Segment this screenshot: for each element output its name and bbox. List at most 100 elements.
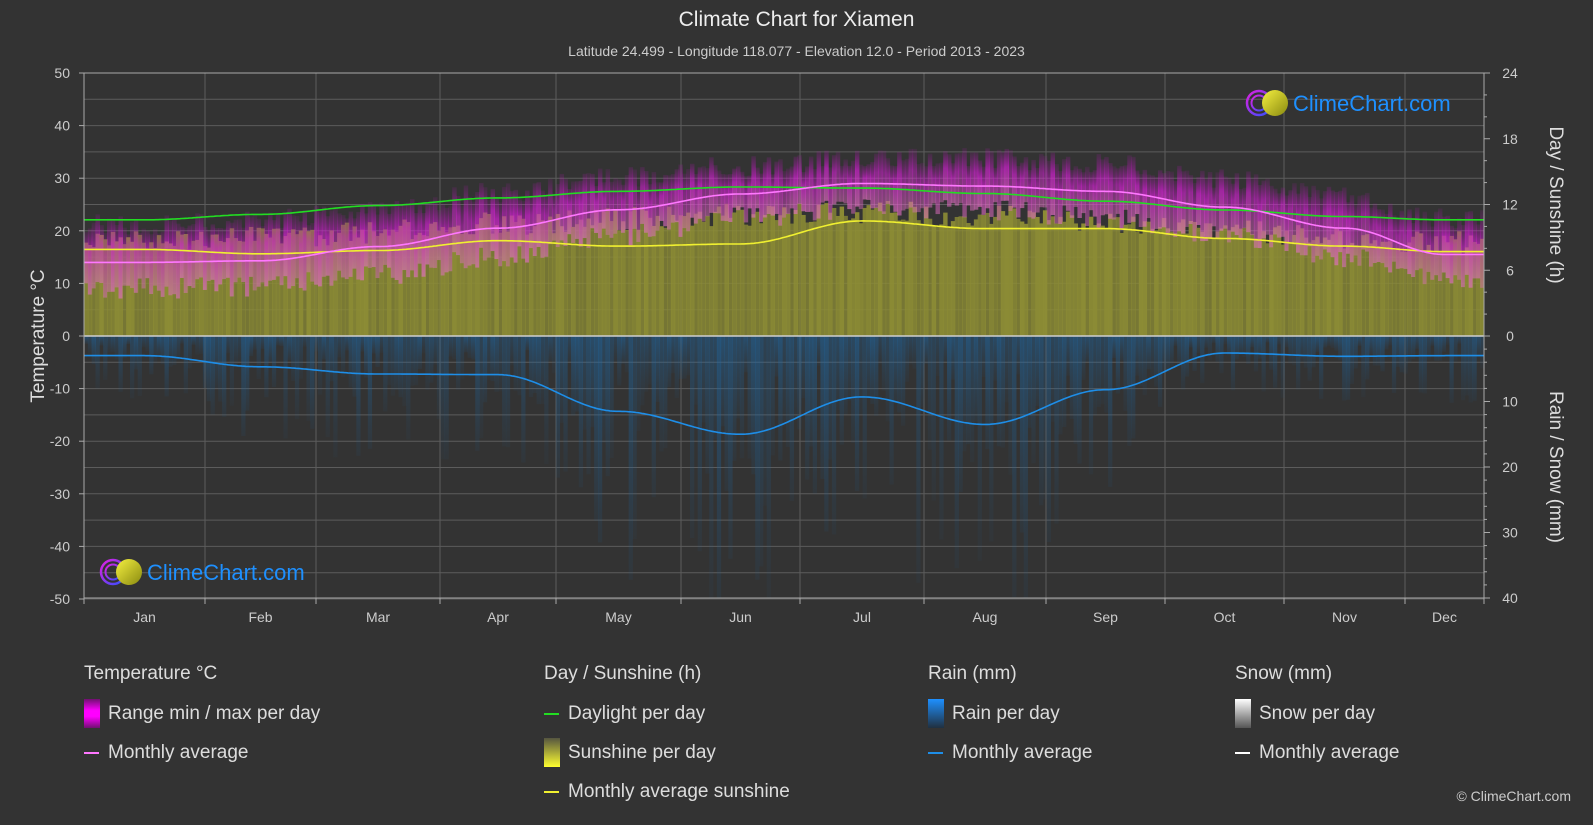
sunshine-day-bar (1146, 221, 1151, 336)
temp-range-day-bar (268, 212, 273, 281)
temp-range-day-bar (317, 211, 323, 287)
temp-range-day-bar (394, 200, 400, 280)
rain-day-bar (509, 336, 514, 366)
rain-day-bar (413, 336, 419, 386)
temp-range-day-bar (107, 218, 112, 292)
sunshine-day-bar (1019, 221, 1025, 336)
temp-range-day-bar (586, 173, 591, 248)
temp-range-day-bar (866, 164, 871, 200)
rain-day-bar (337, 336, 342, 358)
temp-range-day-bar (816, 151, 822, 219)
rain-day-bar (1019, 336, 1025, 533)
rain-day-bar (172, 336, 177, 366)
temp-range-day-bar (1065, 156, 1071, 211)
rain-day-bar (1100, 336, 1105, 405)
temp-range-day-bar (145, 231, 150, 279)
rain-day-bar (950, 336, 956, 380)
rain-day-bar (908, 336, 913, 365)
temp-range-day-bar (110, 220, 116, 292)
temp-range-day-bar (122, 227, 127, 286)
temp-range-day-bar (1250, 178, 1255, 236)
rain-day-bar (939, 336, 944, 540)
x-tick-label: Jul (853, 609, 871, 625)
temp-range-day-bar (509, 191, 515, 258)
rain-day-bar (1211, 336, 1216, 343)
temp-range-day-bar (241, 227, 246, 283)
sunshine-day-bar (970, 225, 975, 336)
sunshine-day-bar (1088, 216, 1094, 336)
temp-range-day-bar (651, 171, 657, 237)
sunshine-day-bar (620, 221, 626, 336)
temp-range-day-bar (463, 185, 469, 269)
copyright[interactable]: © ClimeChart.com (1456, 788, 1571, 804)
temp-range-day-bar (479, 182, 484, 248)
temp-range-day-bar (828, 167, 833, 220)
temp-range-day-bar (1257, 185, 1263, 249)
temp-range-day-bar (149, 234, 154, 295)
right-bottom-tick-label: 20 (1502, 459, 1518, 475)
sunshine-day-bar (1069, 215, 1075, 336)
rain-day-bar (1372, 336, 1378, 366)
sunshine-day-bar (682, 216, 687, 336)
rain-day-bar (126, 336, 131, 345)
temp-range-day-bar (383, 206, 388, 265)
rain-day-bar (482, 336, 488, 403)
rain-day-bar (229, 336, 234, 406)
rain-day-bar (528, 336, 534, 397)
temp-range-day-bar (954, 153, 960, 206)
sunshine-day-bar (1031, 212, 1036, 336)
sunshine-day-bar (1058, 216, 1063, 336)
legend-heading: Day / Sunshine (h) (544, 663, 702, 684)
temp-range-day-bar (1092, 170, 1098, 217)
sunshine-day-bar (1307, 242, 1312, 336)
logo-top[interactable]: ClimeChart.com (1245, 89, 1451, 117)
temp-range-day-bar (996, 149, 1002, 221)
rain-day-bar (222, 336, 227, 417)
temp-range-day-bar (548, 178, 553, 245)
sunshine-day-bar (1127, 224, 1132, 336)
rain-day-bar (245, 336, 250, 411)
temp-range-day-bar (202, 226, 208, 290)
rain-day-bar (1227, 336, 1232, 356)
sunshine-day-bar (1096, 223, 1102, 336)
temp-range-day-bar (885, 158, 891, 204)
sunshine-day-bar (973, 219, 979, 336)
sunshine-day-bar (797, 203, 802, 336)
temp-range-day-bar (536, 182, 542, 247)
temp-range-day-bar (191, 224, 196, 288)
sunshine-day-bar (935, 226, 940, 336)
temp-range-day-bar (835, 151, 841, 202)
temp-range-day-bar (709, 157, 714, 213)
temp-range-day-bar (1280, 187, 1286, 237)
legend-item-rain-avg: Monthly average (928, 740, 1092, 765)
sunshine-day-bar (701, 221, 706, 336)
rain-day-bar (1288, 336, 1293, 364)
sunshine-day-bar (1269, 234, 1274, 336)
rain-day-bar (317, 336, 323, 395)
logo-bottom[interactable]: ClimeChart.com (99, 558, 305, 586)
rain-day-bar (513, 336, 518, 391)
x-tick-label: Sep (1093, 609, 1118, 625)
rain-day-bar (1311, 336, 1316, 368)
temp-range-day-bar (617, 179, 622, 230)
legend-snow: Snow (mm) Snow per day Monthly average (1235, 663, 1399, 779)
temp-range-day-bar (1418, 221, 1424, 269)
rain-day-bar (1200, 336, 1205, 384)
temp-range-day-bar (248, 216, 254, 277)
temp-range-day-bar (84, 232, 89, 284)
sunshine-day-bar (1184, 233, 1190, 336)
sunshine-day-bar (582, 226, 588, 336)
temp-range-day-bar (214, 228, 219, 292)
rain-day-bar (1077, 336, 1082, 464)
rain-day-bar (1138, 336, 1144, 386)
temp-range-day-bar (1196, 177, 1201, 225)
rain-day-bar (816, 336, 821, 366)
sunshine-day-bar (739, 209, 745, 336)
temp-range-day-bar (1434, 211, 1439, 276)
sunshine-day-bar (766, 205, 772, 336)
right-top-tick-label: 18 (1502, 131, 1518, 147)
temp-range-day-bar (256, 218, 262, 287)
temp-range-day-bar (935, 163, 940, 215)
rain-day-bar (1111, 336, 1117, 358)
rain-day-bar (881, 336, 887, 391)
